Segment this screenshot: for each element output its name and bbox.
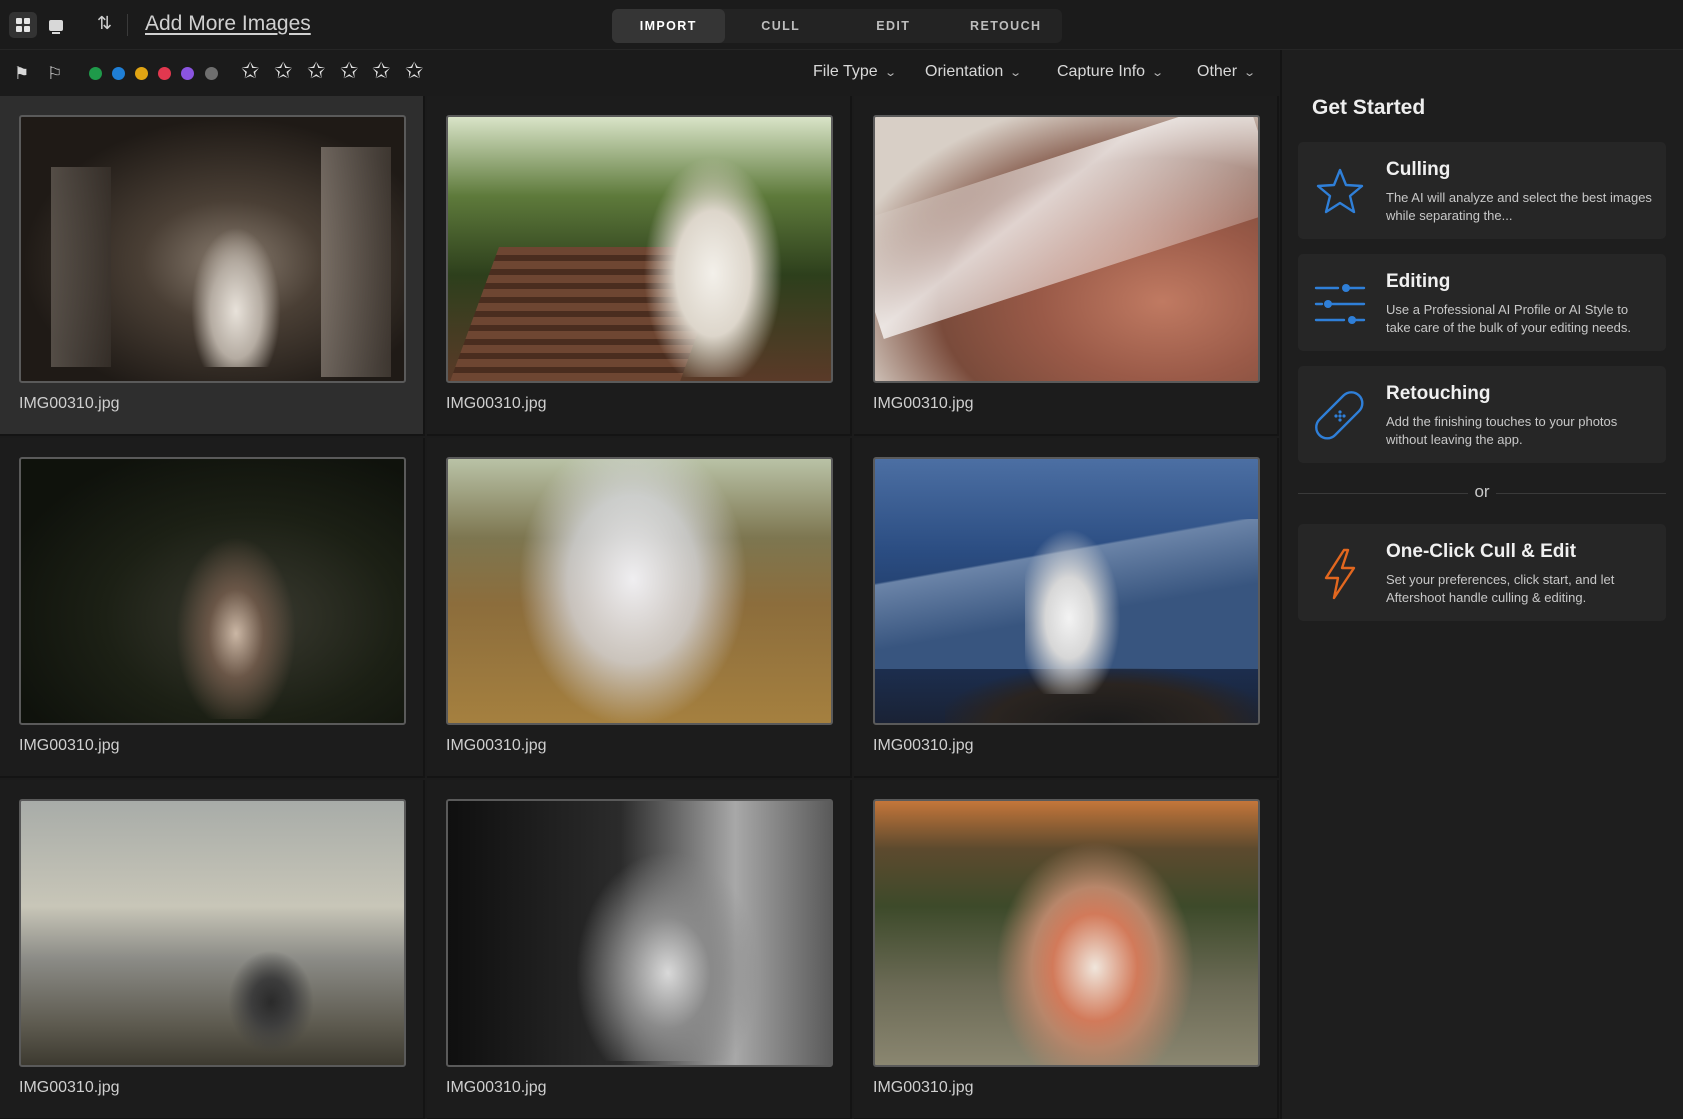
other-dropdown[interactable]: Other ⌄ — [1197, 63, 1257, 81]
image-tile[interactable]: IMG00310.jpg — [854, 780, 1279, 1119]
card-description: Set your preferences, click start, and l… — [1386, 572, 1615, 605]
image-filename: IMG00310.jpg — [446, 1079, 547, 1096]
image-grid: IMG00310.jpg IMG00310.jpg IMG00310.jpg I… — [0, 96, 1280, 1119]
image-thumbnail[interactable] — [446, 115, 833, 383]
color-label-green[interactable] — [89, 67, 102, 80]
star-rating-icon[interactable]: ✩ — [372, 61, 390, 83]
image-tile[interactable]: IMG00310.jpg — [0, 438, 425, 778]
toolbar-divider — [127, 14, 128, 36]
tab-edit[interactable]: EDIT — [837, 9, 950, 43]
star-icon — [1316, 168, 1364, 214]
image-tile[interactable]: IMG00310.jpg — [427, 96, 852, 436]
reject-flag-icon[interactable]: ⚐ — [47, 64, 62, 84]
image-tile[interactable]: IMG00310.jpg — [854, 96, 1279, 436]
single-view-button[interactable] — [42, 12, 70, 38]
pick-flag-icon[interactable]: ⚑ — [14, 64, 29, 84]
card-title: Culling — [1386, 159, 1451, 180]
image-filename: IMG00310.jpg — [19, 737, 120, 754]
dropdown-label: Orientation — [925, 63, 1004, 80]
tab-cull[interactable]: CULL — [725, 9, 838, 43]
dropdown-label: Other — [1197, 63, 1238, 80]
chevron-down-icon: ⌄ — [883, 67, 897, 79]
capture-info-dropdown[interactable]: Capture Info ⌄ — [1057, 63, 1165, 81]
file-type-dropdown[interactable]: File Type ⌄ — [813, 63, 897, 81]
image-tile[interactable]: IMG00310.jpg — [0, 96, 425, 436]
image-thumbnail[interactable] — [446, 799, 833, 1067]
lightning-icon — [1324, 548, 1356, 600]
dropdown-label: Capture Info — [1057, 63, 1146, 80]
or-label: or — [1474, 482, 1490, 501]
add-more-images-link[interactable]: Add More Images — [145, 12, 311, 36]
image-thumbnail[interactable] — [19, 115, 406, 383]
color-label-yellow[interactable] — [135, 67, 148, 80]
panel-title: Get Started — [1312, 96, 1426, 119]
image-filename: IMG00310.jpg — [873, 1079, 974, 1096]
card-title: Editing — [1386, 271, 1451, 292]
card-title: One-Click Cull & Edit — [1386, 541, 1577, 562]
color-label-purple[interactable] — [181, 67, 194, 80]
image-tile[interactable]: IMG00310.jpg — [0, 780, 425, 1119]
mode-tabs: IMPORT CULL EDIT RETOUCH — [612, 9, 1062, 43]
star-rating-icon[interactable]: ✩ — [405, 61, 423, 83]
one-click-card[interactable]: One-Click Cull & Edit Set your preferenc… — [1298, 524, 1666, 621]
bandage-icon — [1315, 391, 1364, 440]
chevron-down-icon: ⌄ — [1243, 67, 1257, 79]
editing-card[interactable]: Editing Use a Professional AI Profile or… — [1298, 254, 1666, 351]
card-title: Retouching — [1386, 383, 1491, 404]
sliders-icon — [1314, 284, 1366, 324]
dropdown-label: File Type — [813, 63, 878, 80]
sort-icon[interactable]: ⇅ — [97, 13, 112, 34]
image-filename: IMG00310.jpg — [446, 737, 547, 754]
color-label-gray[interactable] — [205, 67, 218, 80]
image-thumbnail[interactable] — [19, 799, 406, 1067]
star-rating-icon[interactable]: ✩ — [340, 61, 358, 83]
star-rating-icon[interactable]: ✩ — [241, 61, 259, 83]
card-description: Add the finishing touches to your photos… — [1386, 414, 1618, 447]
card-description: Use a Professional AI Profile or AI Styl… — [1386, 302, 1631, 335]
star-rating-icon[interactable]: ✩ — [307, 61, 325, 83]
image-thumbnail[interactable] — [873, 457, 1260, 725]
image-filename: IMG00310.jpg — [873, 737, 974, 754]
grid-view-button[interactable] — [9, 12, 37, 38]
color-label-red[interactable] — [158, 67, 171, 80]
orientation-dropdown[interactable]: Orientation ⌄ — [925, 63, 1023, 81]
single-view-icon — [49, 19, 63, 34]
chevron-down-icon: ⌄ — [1151, 67, 1165, 79]
image-tile[interactable]: IMG00310.jpg — [854, 438, 1279, 778]
grid-view-icon — [16, 18, 30, 32]
image-thumbnail[interactable] — [873, 799, 1260, 1067]
tab-import[interactable]: IMPORT — [612, 9, 725, 43]
image-filename: IMG00310.jpg — [19, 1079, 120, 1096]
divider-line — [1298, 493, 1468, 494]
card-description: The AI will analyze and select the best … — [1386, 190, 1652, 223]
image-thumbnail[interactable] — [446, 457, 833, 725]
tab-retouch[interactable]: RETOUCH — [950, 9, 1063, 43]
image-thumbnail[interactable] — [19, 457, 406, 725]
culling-card[interactable]: Culling The AI will analyze and select t… — [1298, 142, 1666, 239]
or-divider: or — [1298, 482, 1666, 504]
image-filename: IMG00310.jpg — [446, 395, 547, 412]
image-thumbnail[interactable] — [873, 115, 1260, 383]
divider-line — [1496, 493, 1666, 494]
top-toolbar: ⇅ Add More Images IMPORT CULL EDIT RETOU… — [0, 0, 1683, 50]
star-rating-icon[interactable]: ✩ — [274, 61, 292, 83]
image-filename: IMG00310.jpg — [873, 395, 974, 412]
chevron-down-icon: ⌄ — [1009, 67, 1023, 79]
image-tile[interactable]: IMG00310.jpg — [427, 780, 852, 1119]
image-filename: IMG00310.jpg — [19, 395, 120, 412]
image-tile[interactable]: IMG00310.jpg — [427, 438, 852, 778]
retouching-card[interactable]: Retouching Add the finishing touches to … — [1298, 366, 1666, 463]
color-label-blue[interactable] — [112, 67, 125, 80]
